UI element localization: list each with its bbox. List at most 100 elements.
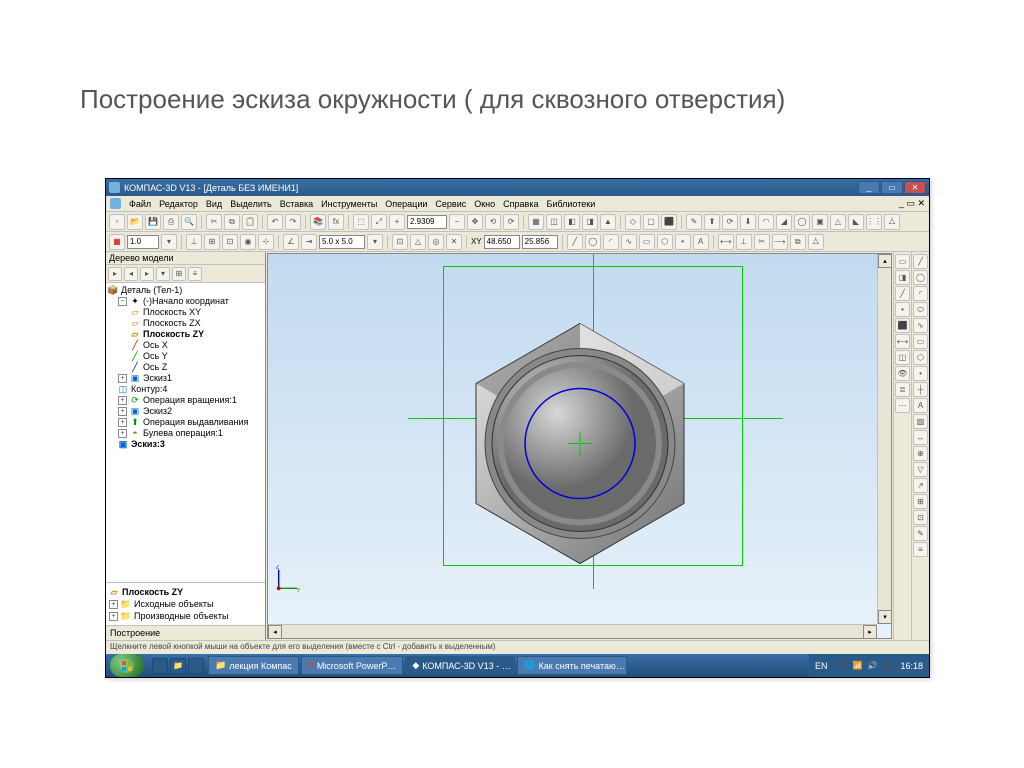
task-powerpoint[interactable]: PMicrosoft PowerP… bbox=[301, 656, 404, 675]
grid-icon[interactable]: ⊞ bbox=[204, 234, 220, 250]
scroll-left-icon[interactable]: ◂ bbox=[268, 625, 282, 639]
scrollbar-vertical[interactable]: ▴ ▾ bbox=[877, 254, 891, 624]
faces-tool-icon[interactable]: ◨ bbox=[895, 270, 910, 285]
cut-extrude-icon[interactable]: ⬇ bbox=[740, 214, 756, 230]
view-front-icon[interactable]: ▢ bbox=[643, 214, 659, 230]
angle-icon[interactable]: ∠ bbox=[283, 234, 299, 250]
hole-icon[interactable]: ◯ bbox=[794, 214, 810, 230]
cut-icon[interactable]: ✂ bbox=[206, 214, 222, 230]
menu-window[interactable]: Окно bbox=[474, 199, 495, 209]
expand-icon[interactable]: + bbox=[118, 418, 127, 427]
body-tool-icon[interactable]: ⬛ bbox=[895, 318, 910, 333]
tree-body[interactable]: 📦Деталь (Тел-1) −✦(-)Начало координат ▱П… bbox=[106, 283, 265, 582]
menu-libraries[interactable]: Библиотеки bbox=[546, 199, 595, 209]
tree-origin[interactable]: −✦(-)Начало координат bbox=[108, 296, 263, 307]
zoom-window-icon[interactable]: ⬚ bbox=[353, 214, 369, 230]
print-icon[interactable]: ⎙ bbox=[163, 214, 179, 230]
tree-back-icon[interactable]: ◂ bbox=[124, 267, 138, 281]
task-browser[interactable]: 🌐Как снять печатаю… bbox=[517, 656, 627, 675]
menu-ops[interactable]: Операции bbox=[385, 199, 427, 209]
expand-icon[interactable]: + bbox=[118, 396, 127, 405]
paste-icon[interactable]: 📋 bbox=[242, 214, 258, 230]
measure-icon[interactable]: ⟷ bbox=[895, 334, 910, 349]
tree-op-extrude[interactable]: +⬆Операция выдавливания bbox=[108, 417, 263, 428]
dim2-icon[interactable]: ↔ bbox=[913, 430, 928, 445]
preview-icon[interactable]: 🔍 bbox=[181, 214, 197, 230]
polygon-tool-icon[interactable]: ⬡ bbox=[657, 234, 673, 250]
shell-icon[interactable]: ▣ bbox=[812, 214, 828, 230]
redo-icon[interactable]: ↷ bbox=[285, 214, 301, 230]
midpoint-snap-icon[interactable]: △ bbox=[410, 234, 426, 250]
tree-tab[interactable]: Построение bbox=[106, 625, 265, 640]
view-cube-icon[interactable]: ⬛ bbox=[661, 214, 677, 230]
tree-plane-zy[interactable]: ▱Плоскость ZY bbox=[108, 329, 263, 340]
axis2-icon[interactable]: ┼ bbox=[913, 382, 928, 397]
circle-tool-icon[interactable]: ◯ bbox=[585, 234, 601, 250]
tray-usb-icon[interactable]: ⏏ bbox=[881, 660, 893, 672]
spline2-icon[interactable]: ∿ bbox=[913, 318, 928, 333]
dim-tool-icon[interactable]: ⟷ bbox=[718, 234, 734, 250]
zoom-in-icon[interactable]: + bbox=[389, 214, 405, 230]
edges-tool-icon[interactable]: ╱ bbox=[895, 286, 910, 301]
stop-icon[interactable]: ▦ bbox=[109, 234, 125, 250]
revolve-icon[interactable]: ⟳ bbox=[722, 214, 738, 230]
open-icon[interactable]: 📂 bbox=[127, 214, 143, 230]
tree-axis-y[interactable]: ╱Ось Y bbox=[108, 351, 263, 362]
wireframe-icon[interactable]: ▦ bbox=[528, 214, 544, 230]
tree-props-icon[interactable]: ≡ bbox=[188, 267, 202, 281]
step-icon[interactable]: ⇥ bbox=[301, 234, 317, 250]
poly2-icon[interactable]: ⬡ bbox=[913, 350, 928, 365]
rib-icon[interactable]: △ bbox=[830, 214, 846, 230]
chamfer-icon[interactable]: ◢ bbox=[776, 214, 792, 230]
view-iso-icon[interactable]: ◇ bbox=[625, 214, 641, 230]
menu-tools[interactable]: Инструменты bbox=[321, 199, 377, 209]
menu-edit[interactable]: Редактор bbox=[159, 199, 198, 209]
tree-axis-z[interactable]: ╱Ось Z bbox=[108, 362, 263, 373]
shaded-edges-icon[interactable]: ◨ bbox=[582, 214, 598, 230]
tree-bottom-plane[interactable]: ▱Плоскость ZY bbox=[109, 586, 262, 598]
offset-icon[interactable]: ⧉ bbox=[790, 234, 806, 250]
rough-icon[interactable]: ▽ bbox=[913, 462, 928, 477]
tree-plane-zx[interactable]: ▱Плоскость ZX bbox=[108, 318, 263, 329]
tree-sketch3[interactable]: ▣Эскиз:3 bbox=[108, 439, 263, 450]
grid-input[interactable] bbox=[319, 235, 365, 249]
zoom-readout[interactable] bbox=[407, 215, 447, 229]
section-icon[interactable]: ◫ bbox=[895, 350, 910, 365]
draft-icon[interactable]: ◣ bbox=[848, 214, 864, 230]
extrude-icon[interactable]: ⬆ bbox=[704, 214, 720, 230]
tree-fwd-icon[interactable]: ▸ bbox=[140, 267, 154, 281]
coord-y-input[interactable] bbox=[522, 235, 558, 249]
tree-plane-xy[interactable]: ▱Плоскость XY bbox=[108, 307, 263, 318]
round-icon[interactable]: ◉ bbox=[240, 234, 256, 250]
ellipse-icon[interactable]: ⬭ bbox=[913, 302, 928, 317]
coord-x-input[interactable] bbox=[484, 235, 520, 249]
verts-tool-icon[interactable]: • bbox=[895, 302, 910, 317]
line2-icon[interactable]: ╱ bbox=[913, 254, 928, 269]
new-icon[interactable]: ▫ bbox=[109, 214, 125, 230]
param-icon[interactable]: ≡ bbox=[913, 542, 928, 557]
tree-op-revolve[interactable]: +⟳Операция вращения:1 bbox=[108, 395, 263, 406]
library-icon[interactable]: 📚 bbox=[310, 214, 326, 230]
menu-help[interactable]: Справка bbox=[503, 199, 538, 209]
vars-icon[interactable]: fx bbox=[328, 214, 344, 230]
tree-sketch1[interactable]: +▣Эскиз1 bbox=[108, 373, 263, 384]
expand-icon[interactable]: + bbox=[109, 600, 118, 609]
point-tool-icon[interactable]: • bbox=[675, 234, 691, 250]
scroll-right-icon[interactable]: ▸ bbox=[863, 625, 877, 639]
tree-root[interactable]: 📦Деталь (Тел-1) bbox=[108, 285, 263, 296]
save-icon[interactable]: 💾 bbox=[145, 214, 161, 230]
shaded-icon[interactable]: ◧ bbox=[564, 214, 580, 230]
clock[interactable]: 16:18 bbox=[900, 661, 923, 671]
explorer-icon[interactable]: 📁 bbox=[170, 658, 186, 674]
scroll-down-icon[interactable]: ▾ bbox=[878, 610, 892, 624]
menu-view[interactable]: Вид bbox=[206, 199, 222, 209]
zoom-out-icon[interactable]: − bbox=[449, 214, 465, 230]
menu-insert[interactable]: Вставка bbox=[280, 199, 313, 209]
scroll-track[interactable] bbox=[282, 625, 863, 638]
extend-icon[interactable]: ⟶ bbox=[772, 234, 788, 250]
trim-icon[interactable]: ✂ bbox=[754, 234, 770, 250]
hatch-icon[interactable]: ▨ bbox=[913, 414, 928, 429]
tree-expand-icon[interactable]: ▸ bbox=[108, 267, 122, 281]
maximize-button[interactable]: ▭ bbox=[881, 181, 903, 194]
pan-icon[interactable]: ✥ bbox=[467, 214, 483, 230]
